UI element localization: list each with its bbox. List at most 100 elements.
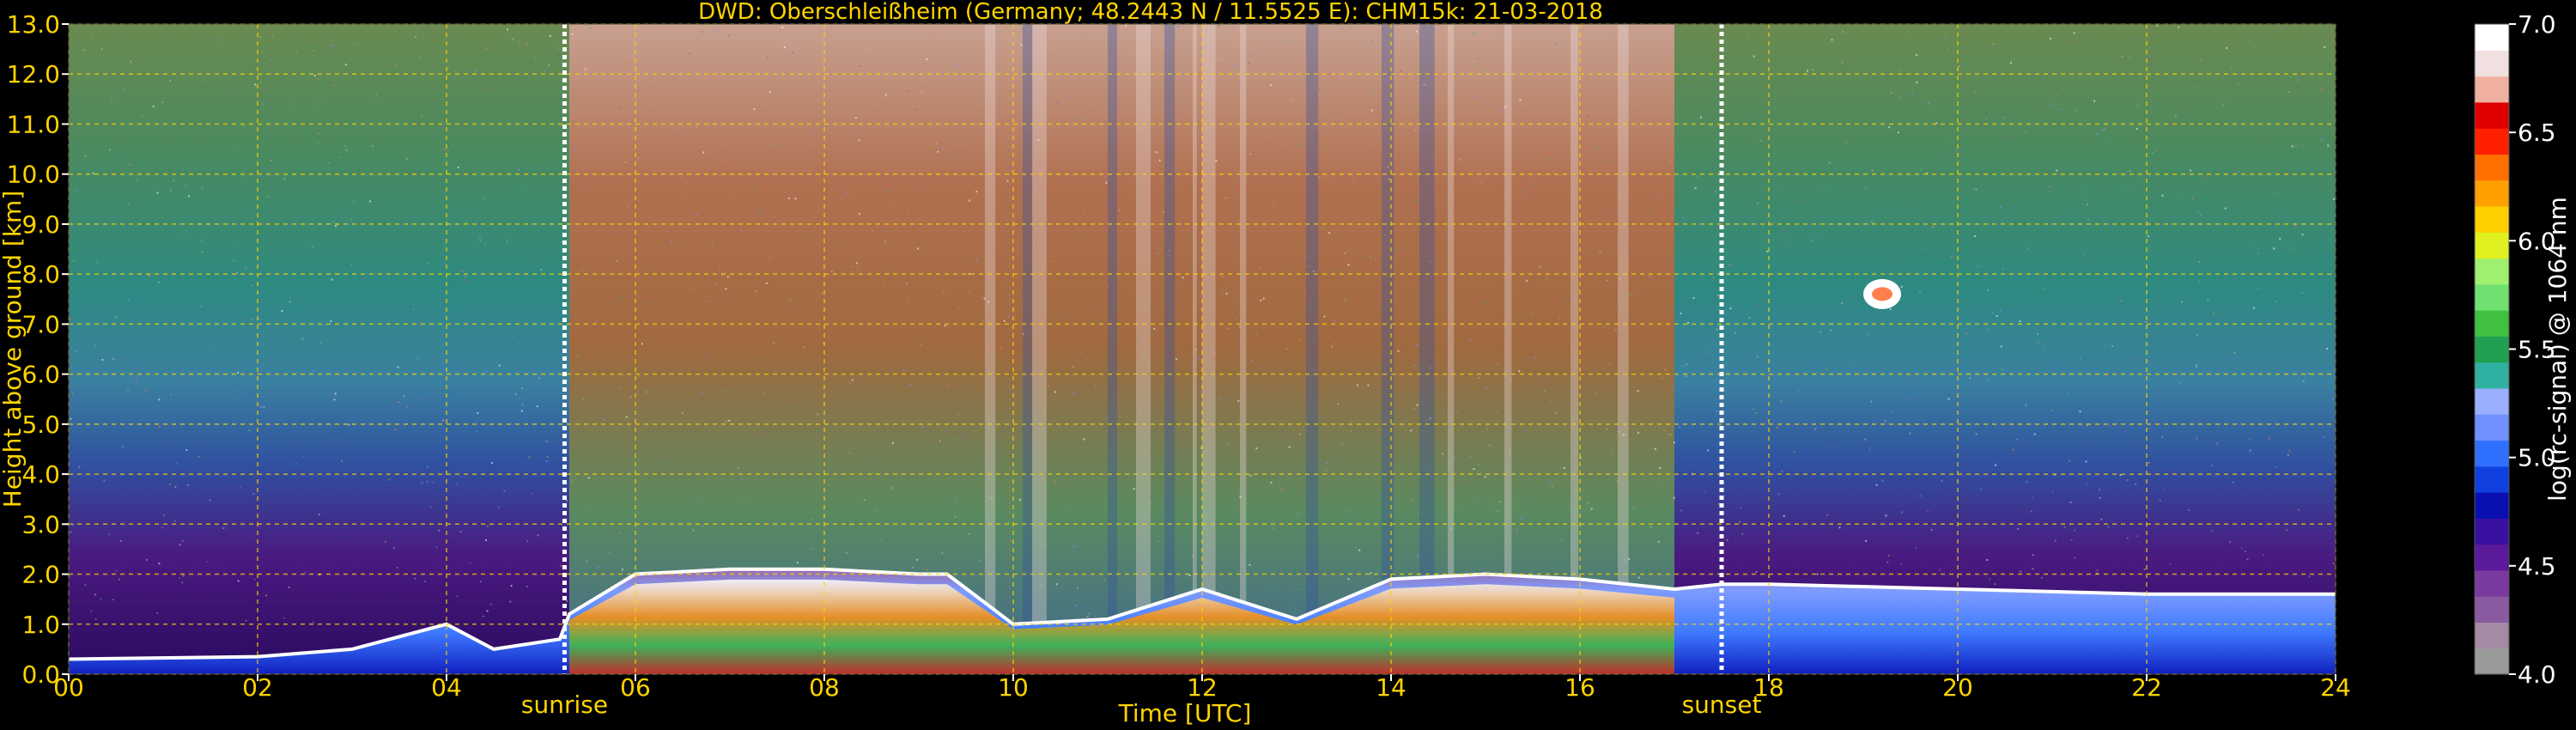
noise-speck [1347, 264, 1350, 266]
noise-speck [1218, 25, 1221, 27]
noise-speck [1473, 95, 1475, 98]
noise-speck [1712, 277, 1715, 279]
noise-speck [884, 240, 887, 243]
noise-speck [1285, 348, 1288, 350]
noise-speck [1521, 518, 1523, 520]
noise-speck [264, 88, 267, 91]
noise-speck [2135, 161, 2137, 164]
noise-speck [1416, 344, 1419, 346]
noise-speck [1009, 539, 1012, 542]
noise-speck [2279, 238, 2281, 240]
noise-speck [2179, 382, 2182, 385]
noise-speck [1831, 444, 1833, 447]
noise-speck [1758, 170, 1760, 173]
noise-speck [521, 404, 524, 406]
noise-speck [1868, 162, 1871, 165]
noise-speck [1841, 61, 1844, 64]
noise-speck [486, 525, 489, 527]
noise-speck [981, 567, 983, 569]
noise-speck [161, 526, 163, 529]
noise-speck [1643, 71, 1646, 73]
noise-speck [1349, 421, 1352, 423]
noise-speck [1072, 545, 1075, 548]
noise-speck [880, 539, 883, 542]
noise-speck [312, 621, 314, 624]
noise-speck [353, 43, 355, 46]
noise-speck [2003, 117, 2006, 119]
noise-speck [696, 500, 698, 502]
noise-speck [571, 480, 574, 483]
noise-speck [2245, 40, 2248, 42]
noise-speck [1318, 176, 1321, 179]
noise-speck [1468, 556, 1471, 558]
noise-speck [179, 544, 181, 546]
noise-speck [1663, 429, 1666, 432]
noise-speck [1288, 446, 1291, 448]
noise-speck [1914, 546, 1917, 549]
noise-speck [2032, 496, 2034, 499]
noise-speck [1886, 561, 1889, 563]
noise-speck [1056, 101, 1059, 104]
noise-speck [2124, 430, 2127, 433]
noise-speck [1974, 90, 1977, 93]
noise-speck [176, 462, 179, 465]
noise-speck [2107, 526, 2110, 528]
noise-speck [1752, 408, 1754, 411]
colorbar-swatch [2475, 622, 2509, 649]
noise-speck [1766, 250, 1769, 252]
noise-speck [872, 472, 874, 475]
noise-speck [111, 100, 112, 103]
noise-speck [1552, 170, 1554, 173]
noise-speck [1865, 186, 1868, 189]
noise-speck [853, 129, 855, 131]
noise-speck [2001, 137, 2003, 140]
noise-speck [1871, 169, 1874, 172]
noise-speck [1548, 481, 1551, 483]
noise-speck [676, 134, 678, 137]
noise-speck [788, 305, 791, 307]
noise-speck [1726, 538, 1728, 541]
noise-speck [1222, 276, 1224, 278]
noise-speck [1599, 251, 1601, 253]
noise-speck [1870, 400, 1873, 403]
noise-speck [237, 372, 240, 374]
noise-speck [2042, 289, 2044, 291]
noise-speck [2111, 345, 2113, 347]
noise-speck [1294, 606, 1297, 609]
noise-speck [2143, 568, 2146, 570]
noise-speck [2275, 301, 2277, 302]
noise-speck [1086, 616, 1089, 618]
noise-speck [1367, 384, 1370, 386]
noise-speck [1673, 441, 1675, 444]
noise-speck [1951, 256, 1953, 259]
noise-speck [1054, 480, 1057, 483]
noise-speck [2196, 437, 2198, 440]
noise-speck [1497, 411, 1499, 414]
noise-speck [916, 558, 919, 561]
noise-speck [2284, 27, 2287, 29]
noise-speck [1274, 385, 1277, 387]
noise-speck [1951, 153, 1953, 155]
noise-speck [1692, 297, 1695, 300]
noise-speck [1006, 179, 1009, 182]
noise-speck [129, 164, 131, 167]
noise-speck [2189, 111, 2190, 113]
noise-speck [1995, 464, 1996, 466]
noise-speck [2193, 86, 2196, 88]
noise-speck [850, 265, 853, 268]
noise-speck [185, 376, 187, 379]
noise-speck [2148, 320, 2150, 323]
noise-speck [2075, 109, 2078, 112]
noise-speck [666, 230, 669, 233]
noise-speck [557, 47, 560, 50]
noise-speck [1226, 442, 1229, 445]
noise-speck [1633, 506, 1636, 508]
noise-speck [1887, 555, 1890, 557]
noise-speck [261, 103, 264, 106]
noise-speck [1590, 508, 1593, 510]
noise-speck [1955, 149, 1958, 151]
noise-speck [469, 562, 471, 564]
noise-speck [2100, 518, 2103, 520]
noise-speck [70, 531, 72, 533]
noise-speck [1826, 514, 1829, 516]
